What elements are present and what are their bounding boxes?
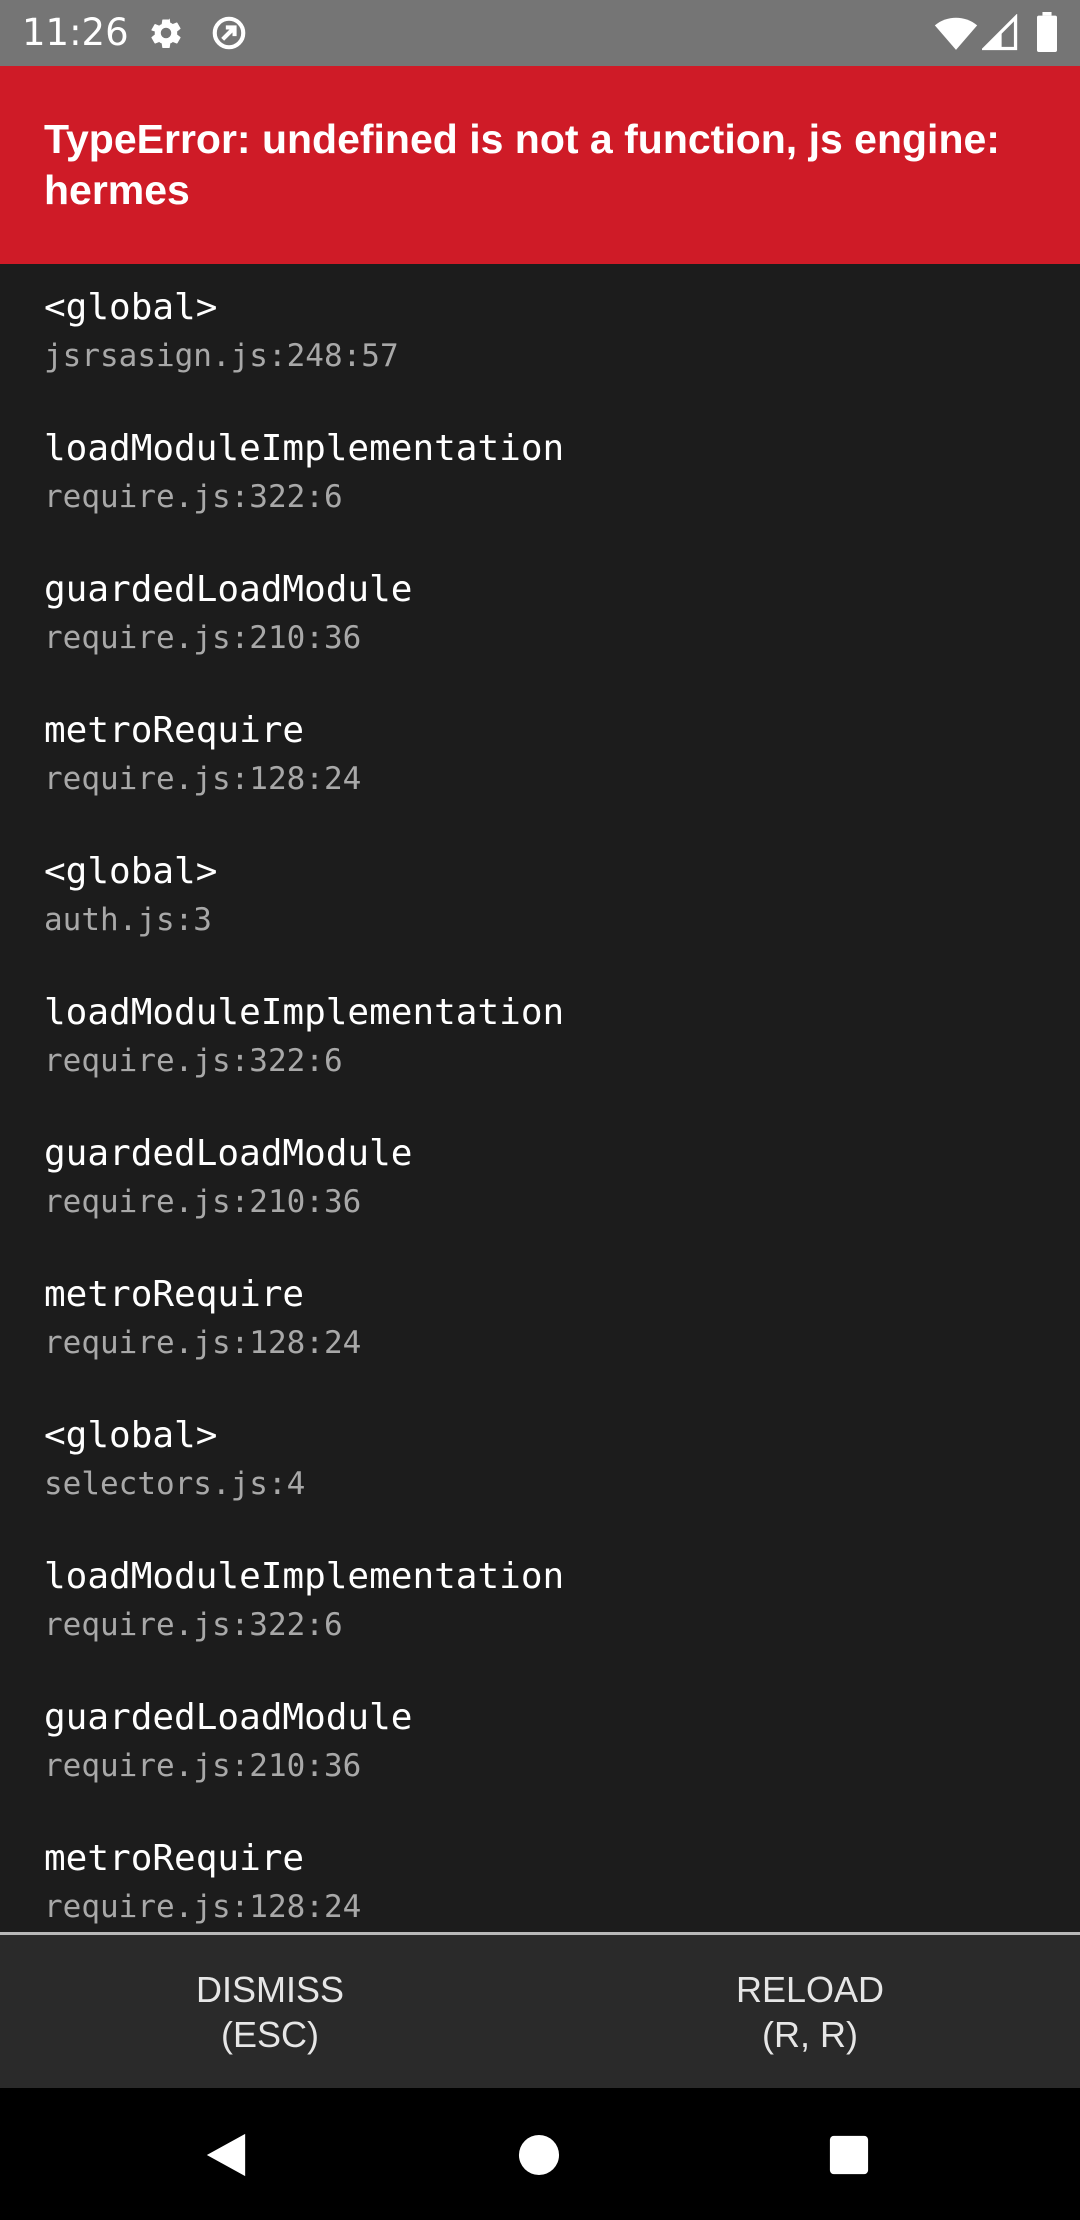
stack-frame-name: guardedLoadModule [44, 1697, 413, 1738]
stack-frame-location: require.js:128:24 [44, 1325, 362, 1361]
navigation-bar [0, 2088, 1080, 2220]
reload-button-label: RELOAD [735, 1968, 885, 2010]
stack-frame[interactable]: metroRequire require.js:128:24 [44, 1251, 1044, 1361]
stack-frame-location: require.js:128:24 [44, 1889, 362, 1925]
stack-frame[interactable]: guardedLoadModule require.js:210:36 [44, 1674, 1044, 1784]
stack-frame-location: require.js:322:6 [44, 479, 343, 515]
error-title: TypeError: undefined is not a function, … [44, 116, 1000, 213]
stack-frame-name: loadModuleImplementation [44, 428, 565, 469]
dismiss-button-shortcut: (ESC) [221, 2013, 319, 2055]
stack-frame[interactable]: loadModuleImplementation require.js:322:… [44, 1533, 1044, 1643]
dismiss-button[interactable]: DISMISS (ESC) [0, 1935, 540, 2088]
status-bar: 11:26 [0, 0, 1080, 66]
redbox-error-screen: 11:26 TypeError: undefined is not a func… [0, 0, 1080, 2220]
stack-frame[interactable]: guardedLoadModule require.js:210:36 [44, 546, 1044, 656]
stack-frame[interactable]: metroRequire require.js:128:24 [44, 1815, 1044, 1925]
stack-frame-name: <global> [44, 1415, 218, 1456]
dismiss-button-label: DISMISS [195, 1968, 345, 2010]
stack-frame-location: require.js:128:24 [44, 761, 362, 797]
stack-frame[interactable]: guardedLoadModule require.js:210:36 [44, 1110, 1044, 1220]
stack-frame[interactable]: loadModuleImplementation require.js:322:… [44, 405, 1044, 515]
reload-button-shortcut: (R, R) [762, 2013, 858, 2055]
home-icon[interactable] [518, 2134, 560, 2176]
error-header: TypeError: undefined is not a function, … [0, 66, 1080, 264]
reload-button[interactable]: RELOAD (R, R) [540, 1935, 1080, 2088]
signal-icon [982, 14, 1018, 51]
stack-frame[interactable]: <global> selectors.js:4 [44, 1392, 1044, 1502]
stack-frame-location: require.js:210:36 [44, 1748, 362, 1784]
stack-frame[interactable]: metroRequire require.js:128:24 [44, 687, 1044, 797]
stack-frame-location: require.js:210:36 [44, 1184, 362, 1220]
stack-frame-name: metroRequire [44, 710, 305, 751]
stack-frame-location: require.js:322:6 [44, 1043, 343, 1079]
status-time: 11:26 [22, 11, 129, 54]
sync-off-icon [212, 16, 246, 50]
stack-frame[interactable]: <global> auth.js:3 [44, 828, 1044, 938]
back-icon[interactable] [204, 2132, 248, 2178]
stack-frame-name: loadModuleImplementation [44, 1556, 565, 1597]
stack-frame-name: guardedLoadModule [44, 1133, 413, 1174]
stack-frame-name: guardedLoadModule [44, 569, 413, 610]
stack-frame[interactable]: loadModuleImplementation require.js:322:… [44, 969, 1044, 1079]
stack-frame-location: jsrsasign.js:248:57 [44, 338, 399, 374]
stack-frame-name: metroRequire [44, 1274, 305, 1315]
stack-frame-name: metroRequire [44, 1838, 305, 1879]
stack-frame-location: require.js:322:6 [44, 1607, 343, 1643]
stack-frame-location: auth.js:3 [44, 902, 212, 938]
stack-frame-location: selectors.js:4 [44, 1466, 306, 1502]
stack-frame[interactable]: <global> jsrsasign.js:248:57 [44, 264, 1044, 374]
gear-icon [151, 18, 181, 49]
stack-trace-list[interactable]: <global> jsrsasign.js:248:57 loadModuleI… [0, 264, 1080, 1932]
stack-frame-name: <global> [44, 287, 218, 328]
error-footer: DISMISS (ESC) RELOAD (R, R) [0, 1932, 1080, 2088]
wifi-icon [934, 17, 978, 50]
recents-icon[interactable] [828, 2134, 870, 2176]
battery-icon [1037, 12, 1057, 52]
stack-frame-location: require.js:210:36 [44, 620, 362, 656]
stack-frame-name: loadModuleImplementation [44, 992, 565, 1033]
stack-frame-name: <global> [44, 851, 218, 892]
